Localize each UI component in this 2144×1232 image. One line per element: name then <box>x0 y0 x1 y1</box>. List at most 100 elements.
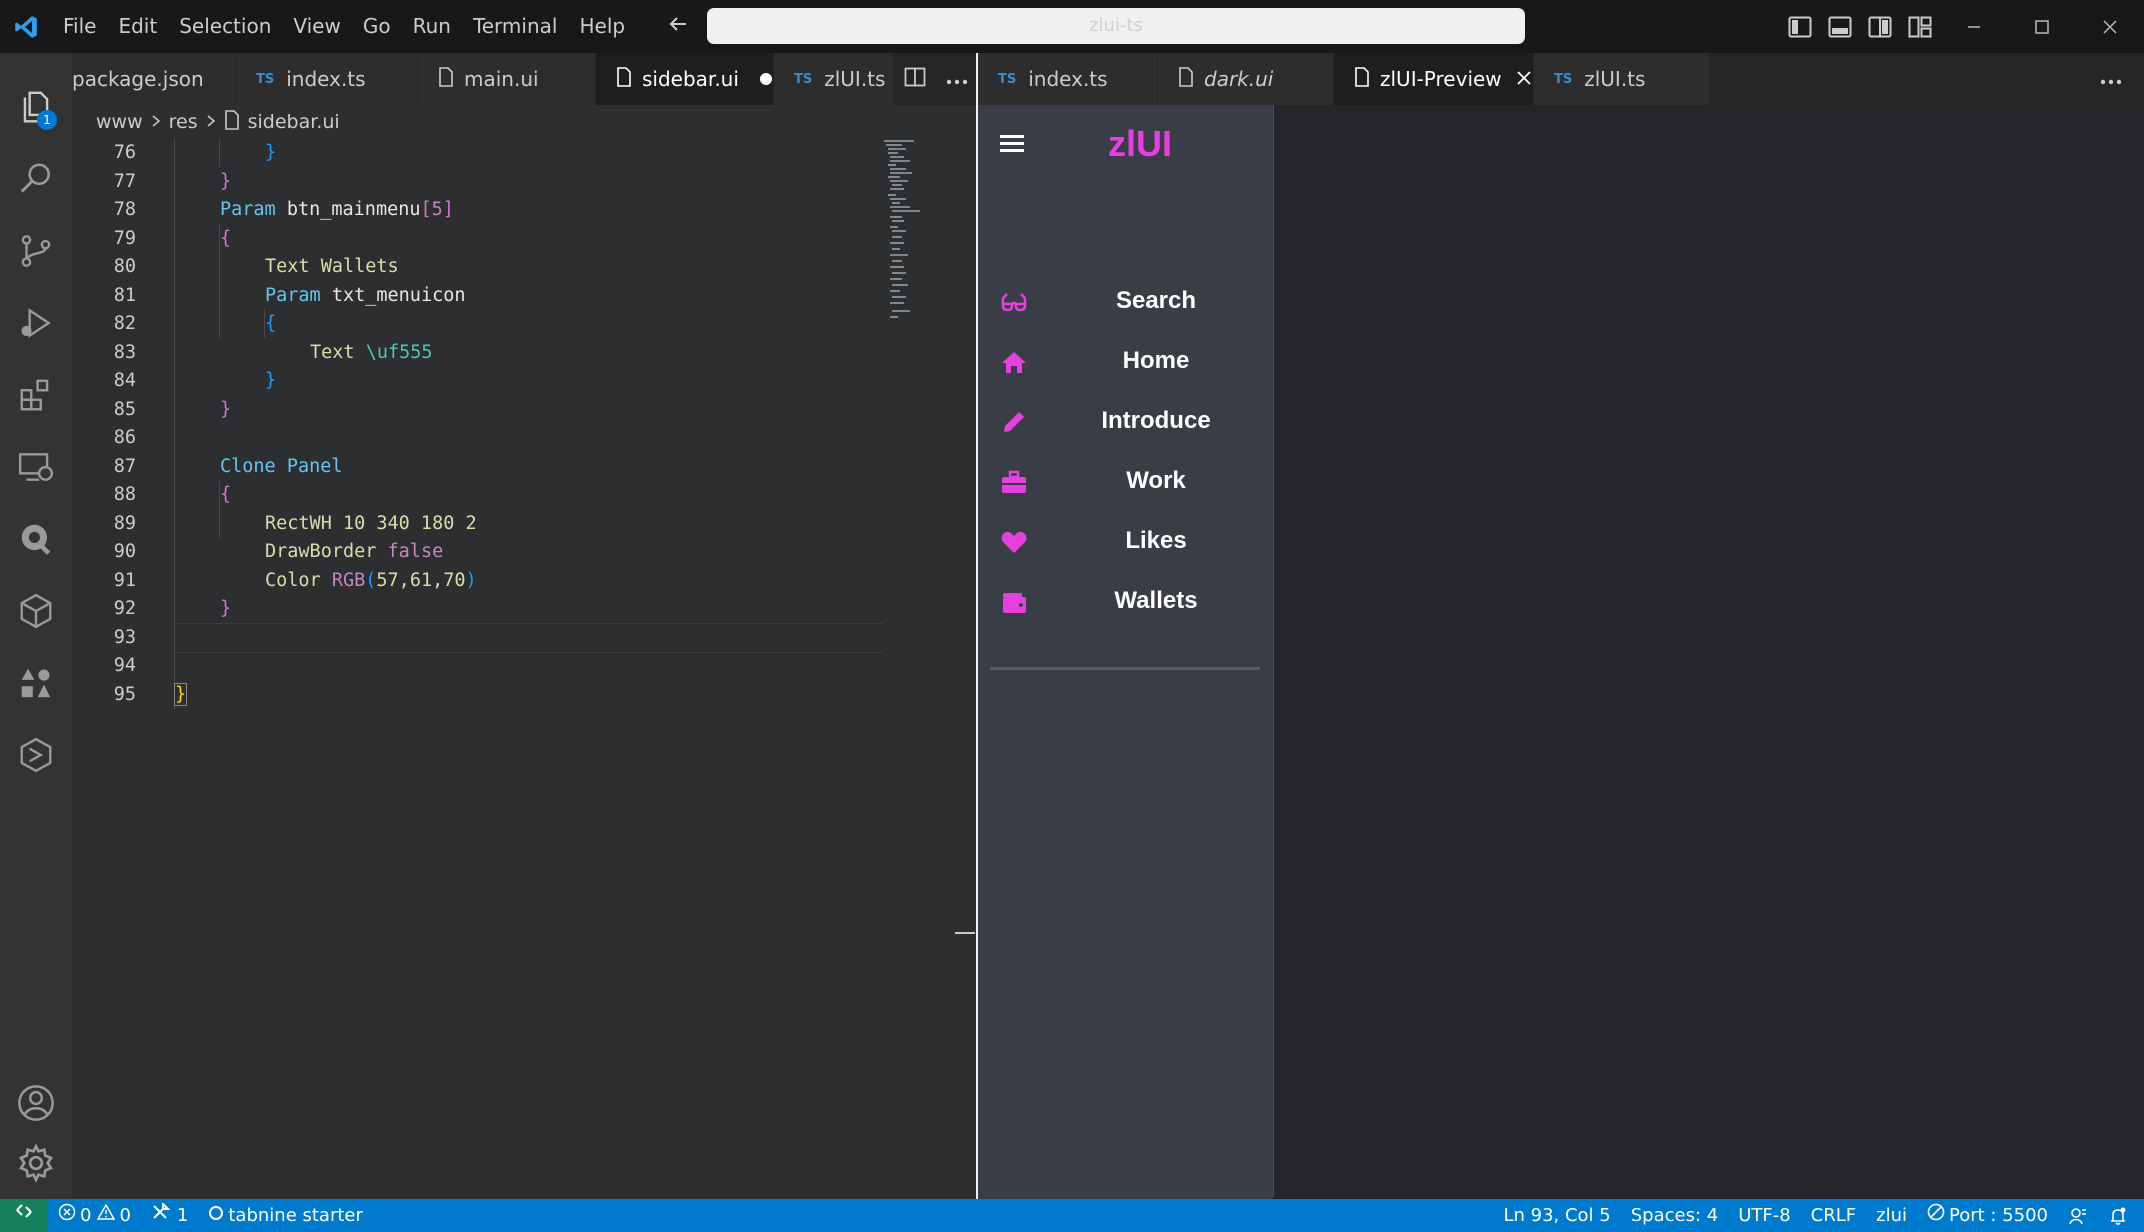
briefcase-icon <box>1000 468 1028 496</box>
menu-go[interactable]: Go <box>352 0 402 53</box>
remote-explorer-icon[interactable] <box>0 431 72 503</box>
menu-button-likes[interactable]: Likes <box>978 511 1274 571</box>
code-token: Panel <box>286 455 343 477</box>
gitlens-icon[interactable] <box>0 719 72 791</box>
tab-main-ui[interactable]: main.ui <box>418 53 596 105</box>
close-tab-icon[interactable] <box>1516 67 1532 91</box>
editor-group-right: TS index.ts dark.ui zlUI-Preview TS zlUI… <box>978 53 2144 1199</box>
source-control-icon[interactable] <box>0 215 72 287</box>
cursor-position[interactable]: Ln 93, Col 5 <box>1493 1199 1620 1232</box>
code-token: 5 <box>431 199 443 220</box>
toggle-primary-sidebar-icon[interactable] <box>1780 0 1820 53</box>
menu-button-search[interactable]: Search <box>978 271 1274 331</box>
more-actions-icon[interactable] <box>2100 70 2122 89</box>
more-actions-icon[interactable] <box>946 70 968 89</box>
warning-icon <box>97 1199 116 1232</box>
menu-label: Wallets <box>1114 587 1198 614</box>
menu-file[interactable]: File <box>52 0 107 53</box>
code-token: { <box>220 227 232 249</box>
maximize-icon[interactable] <box>2008 0 2076 53</box>
code-token: Clone <box>220 455 276 477</box>
file-icon <box>438 66 454 92</box>
tab-label: zlUI.ts <box>1584 67 1646 91</box>
code-token: 57,61,70 <box>376 569 466 591</box>
tab-dark-ui[interactable]: dark.ui <box>1158 53 1334 105</box>
menu-button-introduce[interactable]: Introduce <box>978 391 1274 451</box>
menu-terminal[interactable]: Terminal <box>462 0 569 53</box>
toggle-secondary-sidebar-icon[interactable] <box>1860 0 1900 53</box>
testing-icon[interactable] <box>0 647 72 719</box>
customize-layout-icon[interactable] <box>1900 0 1940 53</box>
tabnine-label: tabnine starter <box>228 1205 363 1226</box>
vertical-scrollbar[interactable] <box>955 139 975 1199</box>
menu-selection[interactable]: Selection <box>168 0 282 53</box>
search-icon[interactable] <box>0 143 72 215</box>
menu-help[interactable]: Help <box>568 0 636 53</box>
tab-zlui-preview[interactable]: zlUI-Preview <box>1334 53 1534 105</box>
hamburger-menu-icon[interactable] <box>1000 133 1024 157</box>
ports-indicator[interactable]: 1 <box>141 1199 198 1232</box>
unsaved-dot-icon[interactable] <box>759 67 773 91</box>
tab-label: zlUI.ts <box>824 67 886 91</box>
code-token: false <box>387 541 444 562</box>
feedback-icon[interactable] <box>2058 1199 2098 1232</box>
code-editor[interactable]: 76} 77} 78 Param btn_mainmenu[5] 79 { 80 Te… <box>72 139 978 1199</box>
menu-label: Search <box>1115 287 1197 314</box>
tab-index-ts[interactable]: TS index.ts <box>236 53 418 105</box>
menu-button-home[interactable]: Home <box>978 331 1274 391</box>
menu-button-work[interactable]: Work <box>978 451 1274 511</box>
menu-label: Work <box>1126 467 1186 494</box>
files-icon[interactable]: 1 <box>0 71 72 143</box>
tools-icon <box>151 1199 171 1232</box>
tab-index-ts[interactable]: TS index.ts <box>978 53 1158 105</box>
breadcrumb-file[interactable]: sidebar.ui <box>248 111 340 133</box>
toggle-panel-icon[interactable] <box>1820 0 1860 53</box>
encoding[interactable]: UTF-8 <box>1728 1199 1800 1232</box>
code-token: btn_mainmenu <box>286 199 421 220</box>
line-number: 85 <box>113 398 136 420</box>
arrow-left-icon[interactable] <box>658 12 698 42</box>
line-number: 93 <box>113 626 136 648</box>
file-icon <box>1178 66 1194 92</box>
line-number: 81 <box>113 284 136 306</box>
remote-indicator[interactable] <box>0 1199 48 1232</box>
breadcrumb-www[interactable]: www <box>96 111 143 133</box>
line-number: 95 <box>113 683 136 705</box>
indentation[interactable]: Spaces: 4 <box>1621 1199 1728 1232</box>
right-tab-bar: TS index.ts dark.ui zlUI-Preview TS zlUI… <box>978 53 2144 105</box>
tab-package-json[interactable]: package.json <box>72 53 236 105</box>
live-server-port[interactable]: Port : 5500 <box>1917 1199 2058 1232</box>
notifications-bell-icon[interactable] <box>2098 1199 2144 1232</box>
menu-run[interactable]: Run <box>402 0 462 53</box>
ts-file-icon: TS <box>794 71 813 87</box>
line-number: 90 <box>113 541 136 562</box>
menu-button-wallets[interactable]: Wallets <box>978 571 1274 631</box>
breadcrumb-res[interactable]: res <box>169 111 198 133</box>
menu-label: Home <box>1122 347 1190 374</box>
menu-view[interactable]: View <box>282 0 351 53</box>
language-mode[interactable]: zlui <box>1866 1199 1917 1232</box>
code-token: Param <box>265 284 321 306</box>
extensions-icon[interactable] <box>0 359 72 431</box>
tabnine-status[interactable]: tabnine starter <box>198 1199 373 1232</box>
tab-sidebar-ui[interactable]: sidebar.ui <box>596 53 774 105</box>
settings-gear-icon[interactable] <box>0 1127 72 1199</box>
line-number: 82 <box>113 313 136 334</box>
ports-count: 1 <box>176 1205 189 1226</box>
tab-zlui-ts[interactable]: TS zlUI.ts <box>774 53 894 105</box>
line-number: 91 <box>113 569 136 591</box>
minimize-icon[interactable] <box>1940 0 2008 53</box>
close-window-icon[interactable] <box>2076 0 2144 53</box>
warning-count: 0 <box>119 1205 131 1226</box>
problems-indicator[interactable]: 0 0 <box>48 1199 141 1232</box>
split-editor-icon[interactable] <box>904 67 926 91</box>
run-debug-icon[interactable] <box>0 287 72 359</box>
tab-zlui-ts[interactable]: TS zlUI.ts <box>1534 53 1710 105</box>
end-of-line[interactable]: CRLF <box>1801 1199 1866 1232</box>
minimap[interactable] <box>884 139 924 329</box>
package-icon[interactable] <box>0 575 72 647</box>
code-token: RGB <box>331 569 366 591</box>
tabnine-icon[interactable] <box>0 503 72 575</box>
command-center-search[interactable]: zlui-ts <box>707 8 1525 44</box>
menu-edit[interactable]: Edit <box>107 0 168 53</box>
